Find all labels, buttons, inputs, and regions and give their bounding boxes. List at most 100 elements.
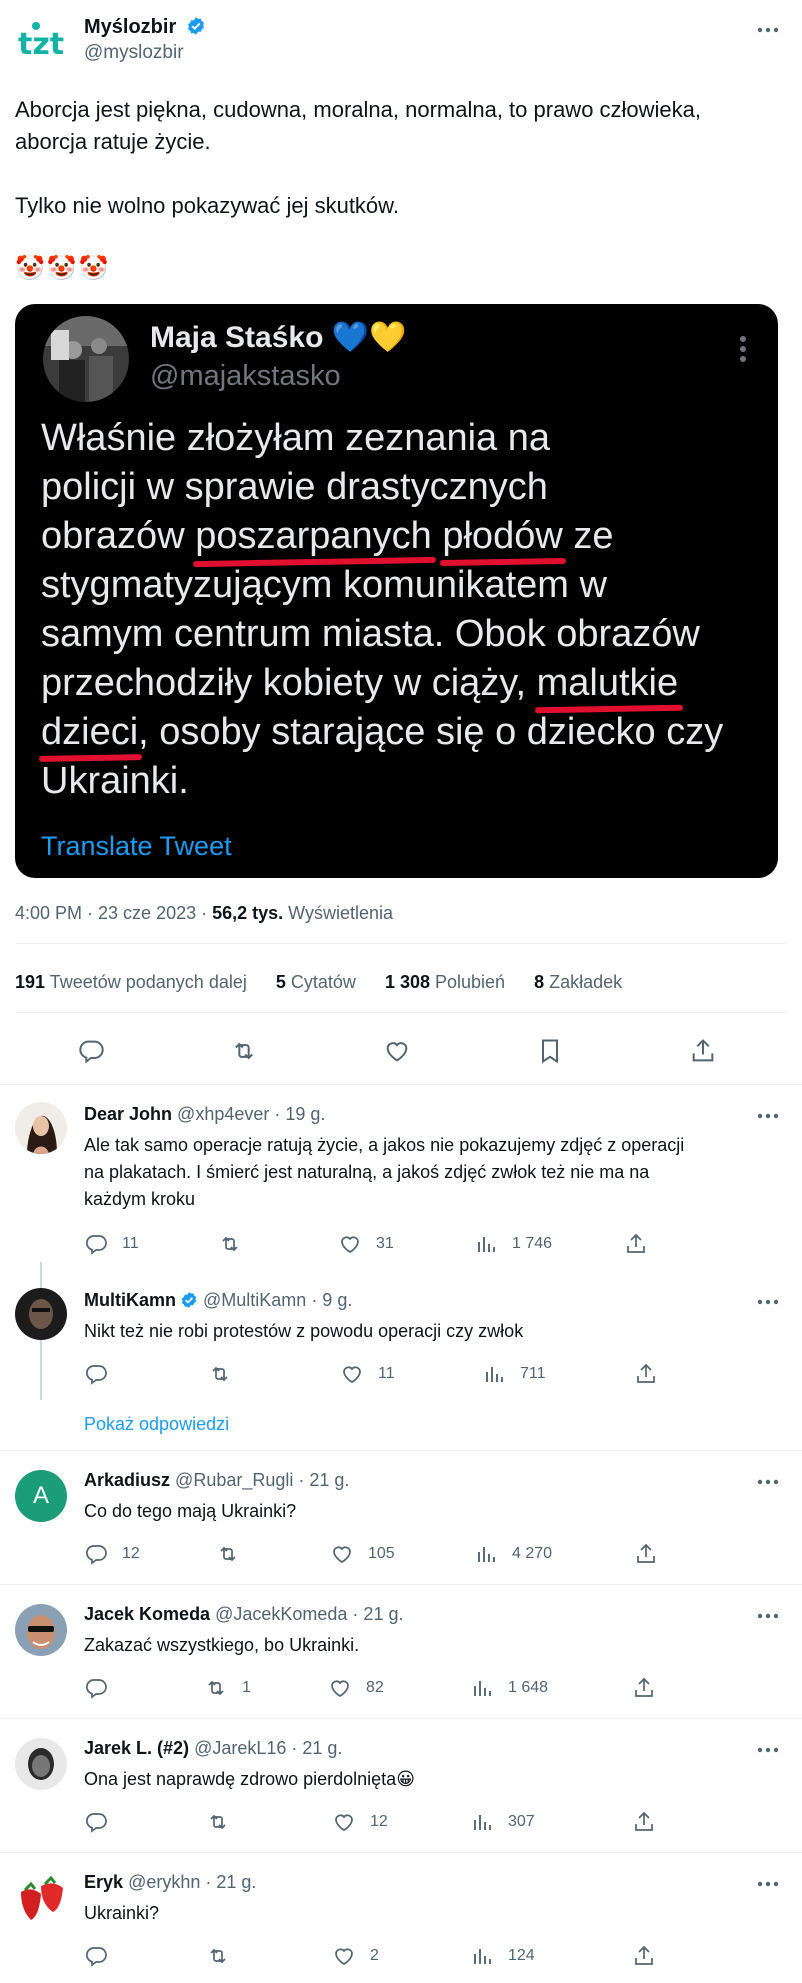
share-button[interactable] <box>632 1676 670 1700</box>
like-button[interactable]: 105 <box>330 1542 395 1566</box>
show-replies-link[interactable]: Pokaż odpowiedzi <box>84 1414 229 1435</box>
like-button[interactable]: 11 <box>340 1362 395 1386</box>
views-button[interactable]: 711 <box>482 1362 546 1386</box>
retweet-icon[interactable] <box>230 1037 258 1065</box>
reply-text: Ale tak samo operacje ratują życie, a ja… <box>84 1132 774 1213</box>
reply-author-name[interactable]: Jacek Komeda <box>84 1604 210 1624</box>
retweet-button[interactable] <box>208 1362 246 1386</box>
reply-author-name[interactable]: Jarek L. (#2) <box>84 1738 189 1758</box>
retweets-stat[interactable]: 191 Tweetów podanych dalej <box>15 972 247 992</box>
views-button[interactable]: 307 <box>470 1810 535 1834</box>
reply-text: Co do tego mają Ukrainki? <box>84 1498 774 1525</box>
share-button[interactable] <box>624 1232 662 1256</box>
more-options-icon[interactable] <box>754 20 782 40</box>
logo[interactable]: tzt <box>16 16 68 68</box>
reply-item[interactable]: Eryk @erykhn · 21 g. Ukrainki? 2 124 <box>0 1852 802 1983</box>
avatar[interactable] <box>15 1102 67 1154</box>
reply-header: Arkadiusz @Rubar_Rugli · 21 g. <box>84 1470 349 1491</box>
reply-author-name[interactable]: MultiKamn <box>84 1290 176 1310</box>
avatar[interactable] <box>15 1872 67 1924</box>
reply-author-handle[interactable]: @Rubar_Rugli · 21 g. <box>175 1470 349 1490</box>
views-count: 56,2 tys. <box>212 903 284 923</box>
like-icon <box>343 1366 361 1383</box>
bookmarks-stat[interactable]: 8 Zakładek <box>534 972 622 992</box>
reply-author-handle[interactable]: @MultiKamn · 9 g. <box>203 1290 352 1310</box>
retweet-button[interactable] <box>206 1810 244 1834</box>
retweet-button[interactable] <box>216 1542 254 1566</box>
reply-icon[interactable] <box>77 1037 105 1065</box>
more-options-icon[interactable] <box>754 1292 782 1312</box>
bookmark-icon[interactable] <box>536 1037 564 1065</box>
reply-author-handle[interactable]: @JarekL16 · 21 g. <box>194 1738 342 1758</box>
reply-text: Ukrainki? <box>84 1900 774 1927</box>
tweet-time[interactable]: 4:00 PM · 23 cze 2023 · <box>15 903 212 923</box>
retweet-button[interactable] <box>206 1944 244 1968</box>
views-button[interactable]: 4 270 <box>474 1542 552 1566</box>
views-button[interactable]: 124 <box>470 1944 535 1968</box>
tweet-stats: 191 Tweetów podanych dalej 5 Cytatów 1 3… <box>15 972 622 993</box>
reply-item[interactable]: A Arkadiusz @Rubar_Rugli · 21 g. Co do t… <box>0 1450 802 1582</box>
reply-button[interactable] <box>84 1676 122 1700</box>
reply-header: Eryk @erykhn · 21 g. <box>84 1872 256 1893</box>
share-button[interactable] <box>634 1362 672 1386</box>
share-button[interactable] <box>634 1542 672 1566</box>
reply-button[interactable]: 11 <box>84 1232 139 1256</box>
reply-item[interactable]: MultiKamn @MultiKamn · 9 g. Nikt też nie… <box>0 1262 802 1402</box>
quoted-text: stygmatyzującym komunikatem w <box>41 564 607 606</box>
reply-item[interactable]: Jarek L. (#2) @JarekL16 · 21 g. Ona jest… <box>0 1718 802 1852</box>
quotes-label: Cytatów <box>285 972 356 992</box>
quoted-line: Ukrainki. <box>41 757 761 806</box>
quoted-body: Właśnie złożyłam zeznania na policji w s… <box>41 414 761 806</box>
reply-text: Zakazać wszystkiego, bo Ukrainki. <box>84 1632 774 1659</box>
reply-text-line: Zakazać wszystkiego, bo Ukrainki. <box>84 1635 360 1655</box>
more-options-icon[interactable] <box>754 1472 782 1492</box>
reply-button[interactable] <box>84 1362 122 1386</box>
avatar[interactable] <box>15 1604 67 1656</box>
like-icon[interactable] <box>383 1037 411 1065</box>
avatar[interactable] <box>15 1288 67 1340</box>
like-icon <box>333 1546 351 1563</box>
retweet-button[interactable]: 1 <box>204 1676 251 1700</box>
quotes-stat[interactable]: 5 Cytatów <box>276 972 356 992</box>
views-icon <box>486 1367 503 1382</box>
reply-author-name[interactable]: Dear John <box>84 1104 172 1124</box>
reply-header: MultiKamn @MultiKamn · 9 g. <box>84 1290 352 1314</box>
like-button[interactable]: 82 <box>328 1676 384 1700</box>
reply-author-handle[interactable]: @erykhn · 21 g. <box>128 1872 256 1892</box>
views-button[interactable]: 1 746 <box>474 1232 552 1256</box>
share-button[interactable] <box>632 1944 670 1968</box>
embedded-screenshot-card[interactable]: Maja Staśko 💙💛 @majakstasko Właśnie złoż… <box>15 304 778 878</box>
retweet-button[interactable] <box>218 1232 256 1256</box>
like-button[interactable]: 12 <box>332 1810 388 1834</box>
share-button[interactable] <box>632 1810 670 1834</box>
author-handle[interactable]: @myslozbir <box>84 42 184 64</box>
author-name[interactable]: Myślozbir <box>84 16 206 42</box>
reply-item[interactable]: Jacek Komeda @JacekKomeda · 21 g. Zakaza… <box>0 1584 802 1718</box>
more-options-icon[interactable] <box>754 1106 782 1126</box>
reply-author-handle[interactable]: @xhp4ever · 19 g. <box>177 1104 325 1124</box>
views-button[interactable]: 1 648 <box>470 1676 548 1700</box>
reply-author-handle[interactable]: @JacekKomeda · 21 g. <box>215 1604 403 1624</box>
likes-stat[interactable]: 1 308 Polubień <box>385 972 505 992</box>
more-options-icon[interactable] <box>754 1740 782 1760</box>
reply-count: 11 <box>122 1235 139 1252</box>
more-options-icon[interactable] <box>754 1874 782 1894</box>
more-options-icon[interactable] <box>754 1606 782 1626</box>
underlined-word: dzieci <box>41 708 138 757</box>
reply-actions: 12 307 <box>84 1810 684 1834</box>
retweet-icon <box>210 1814 226 1830</box>
reply-author-name[interactable]: Arkadiusz <box>84 1470 170 1490</box>
author-name-text[interactable]: Myślozbir <box>84 16 176 38</box>
like-button[interactable]: 2 <box>332 1944 379 1968</box>
avatar[interactable]: A <box>15 1470 67 1522</box>
reply-button[interactable] <box>84 1810 122 1834</box>
reply-actions: 12 105 4 270 <box>84 1542 684 1566</box>
reply-actions: 1 82 1 648 <box>84 1676 684 1700</box>
avatar[interactable] <box>15 1738 67 1790</box>
like-button[interactable]: 31 <box>338 1232 394 1256</box>
reply-author-name[interactable]: Eryk <box>84 1872 123 1892</box>
reply-item[interactable]: Dear John @xhp4ever · 19 g. Ale tak samo… <box>0 1084 802 1256</box>
share-icon[interactable] <box>689 1037 717 1065</box>
reply-button[interactable] <box>84 1944 122 1968</box>
reply-button[interactable]: 12 <box>84 1542 140 1566</box>
